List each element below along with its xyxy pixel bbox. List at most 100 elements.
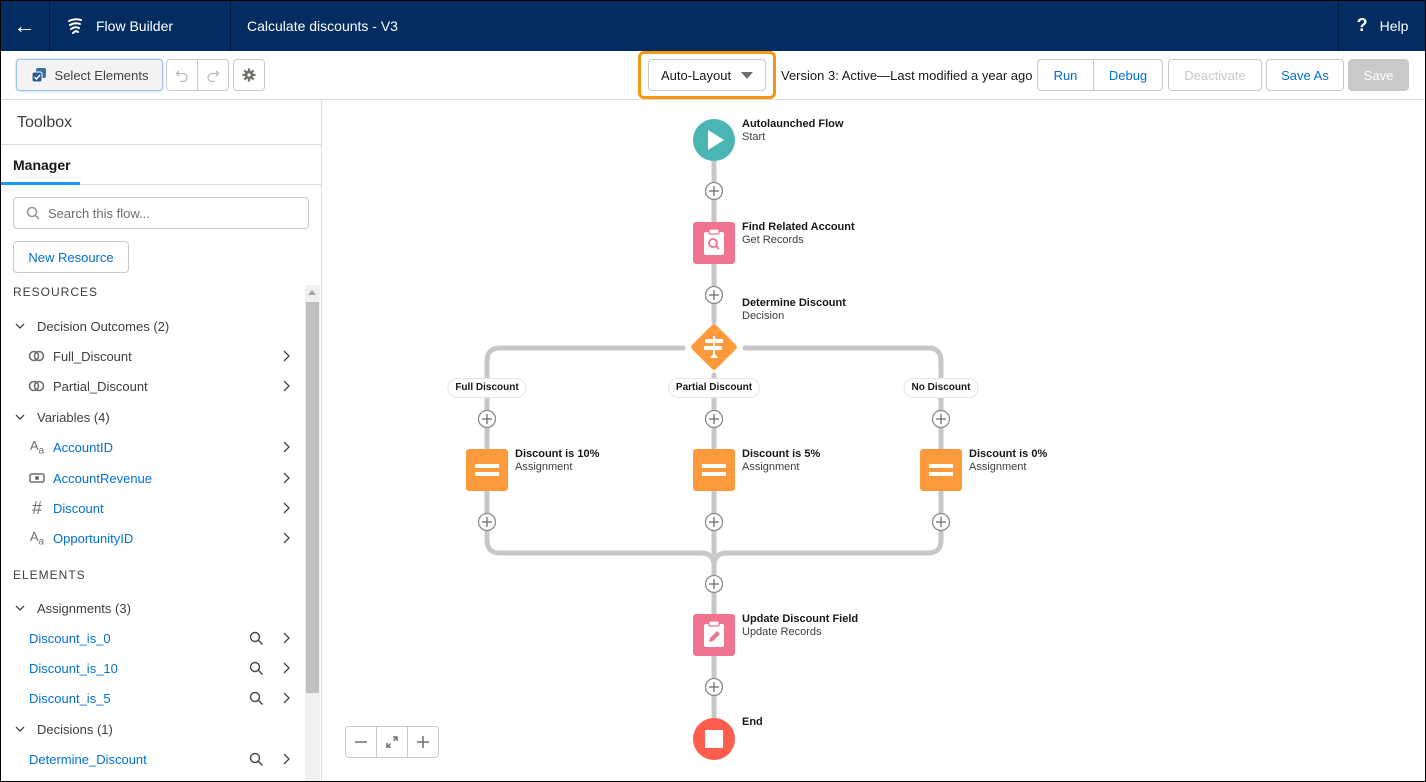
assignment-label: Discount is 5% Assignment bbox=[742, 448, 820, 474]
help-button[interactable]: ? Help bbox=[1338, 0, 1426, 51]
chevron-right-icon[interactable] bbox=[281, 440, 291, 454]
back-button[interactable]: ← bbox=[0, 0, 50, 51]
add-element-plus-icon[interactable] bbox=[704, 512, 724, 532]
chevron-right-icon[interactable] bbox=[281, 471, 291, 485]
tab-manager[interactable]: Manager bbox=[0, 145, 80, 185]
text-type-icon: Aa bbox=[29, 528, 45, 548]
resource-item[interactable]: Full_Discount bbox=[0, 341, 305, 371]
outcome-label-full-discount[interactable]: Full Discount bbox=[447, 378, 527, 398]
outcome-icon bbox=[28, 380, 45, 392]
add-element-plus-icon[interactable] bbox=[477, 409, 497, 429]
scroll-up-arrow-icon[interactable] bbox=[308, 290, 316, 295]
stop-icon bbox=[705, 730, 723, 748]
search-icon[interactable] bbox=[249, 752, 264, 767]
tree-group-assignments[interactable]: Assignments (3) bbox=[0, 593, 305, 623]
minus-icon bbox=[355, 741, 367, 743]
element-label[interactable]: Discount_is_5 bbox=[29, 691, 111, 706]
resource-label[interactable]: AccountID bbox=[53, 440, 113, 455]
update-records-node[interactable] bbox=[693, 614, 735, 656]
zoom-in-button[interactable] bbox=[408, 727, 438, 757]
element-item[interactable]: Discount_is_0 bbox=[0, 623, 305, 653]
element-item[interactable]: Determine_Discount bbox=[0, 744, 305, 774]
chevron-right-icon[interactable] bbox=[281, 691, 291, 705]
resource-item[interactable]: Aa AccountID bbox=[0, 432, 305, 462]
assignment-node[interactable] bbox=[693, 449, 735, 491]
add-element-plus-icon[interactable] bbox=[704, 181, 724, 201]
outcome-icon bbox=[28, 350, 45, 362]
back-arrow-icon: ← bbox=[13, 12, 36, 38]
decision-node[interactable] bbox=[685, 318, 743, 376]
scrollbar-thumb[interactable] bbox=[306, 302, 319, 693]
resource-label[interactable]: AccountRevenue bbox=[53, 471, 152, 486]
chevron-right-icon[interactable] bbox=[281, 501, 291, 515]
chevron-right-icon[interactable] bbox=[281, 631, 291, 645]
resource-item[interactable]: Partial_Discount bbox=[0, 371, 305, 401]
layout-mode-select[interactable]: Auto-Layout bbox=[648, 59, 766, 91]
equals-icon bbox=[702, 472, 726, 476]
chevron-right-icon[interactable] bbox=[281, 752, 291, 766]
undo-button[interactable] bbox=[166, 59, 198, 91]
outcome-label-no-discount[interactable]: No Discount bbox=[903, 378, 979, 398]
chevron-right-icon[interactable] bbox=[281, 379, 291, 393]
flow-properties-button[interactable] bbox=[233, 59, 265, 91]
element-label[interactable]: Determine_Discount bbox=[29, 752, 147, 767]
element-label[interactable]: Discount_is_0 bbox=[29, 631, 111, 646]
search-icon[interactable] bbox=[249, 691, 264, 706]
resource-label[interactable]: Discount bbox=[53, 501, 104, 516]
resource-item[interactable]: Aa OpportunityID bbox=[0, 523, 305, 553]
run-button[interactable]: Run bbox=[1037, 59, 1094, 91]
flow-title-text: Calculate discounts - V3 bbox=[247, 17, 398, 34]
add-element-plus-icon[interactable] bbox=[704, 677, 724, 697]
flow-canvas[interactable]: Autolaunched Flow Start Find Related Acc… bbox=[323, 100, 1426, 782]
add-element-plus-icon[interactable] bbox=[931, 409, 951, 429]
redo-button[interactable] bbox=[197, 59, 229, 91]
search-icon[interactable] bbox=[249, 661, 264, 676]
end-node[interactable] bbox=[693, 718, 735, 760]
tree-group-decisions[interactable]: Decisions (1) bbox=[0, 714, 305, 744]
add-element-plus-icon[interactable] bbox=[931, 512, 951, 532]
start-node[interactable] bbox=[693, 119, 735, 161]
search-input[interactable] bbox=[48, 205, 288, 221]
assignment-node[interactable] bbox=[920, 449, 962, 491]
node-title: Discount is 0% bbox=[969, 448, 1048, 460]
resource-label[interactable]: OpportunityID bbox=[53, 531, 133, 546]
search-box[interactable] bbox=[13, 197, 309, 229]
element-item[interactable]: Discount_is_5 bbox=[0, 683, 305, 713]
new-resource-button[interactable]: New Resource bbox=[13, 241, 129, 273]
element-item[interactable]: Discount_is_10 bbox=[0, 653, 305, 683]
assignment-node[interactable] bbox=[466, 449, 508, 491]
resource-item[interactable]: AccountRevenue bbox=[0, 463, 305, 493]
node-subtitle: Start bbox=[742, 131, 766, 143]
save-as-button[interactable]: Save As bbox=[1266, 59, 1344, 91]
chevron-right-icon[interactable] bbox=[281, 661, 291, 675]
tree-group-variables[interactable]: Variables (4) bbox=[0, 402, 305, 432]
save-button[interactable]: Save bbox=[1348, 59, 1409, 91]
toolbox-title: Toolbox bbox=[0, 100, 321, 145]
zoom-out-button[interactable] bbox=[346, 727, 377, 757]
chevron-right-icon[interactable] bbox=[281, 531, 291, 545]
chevron-down-icon bbox=[15, 726, 25, 732]
fit-to-view-button[interactable] bbox=[377, 727, 408, 757]
zoom-controls bbox=[345, 726, 439, 758]
group-label: Decisions (1) bbox=[37, 721, 113, 737]
equals-icon bbox=[929, 472, 953, 476]
deactivate-button[interactable]: Deactivate bbox=[1168, 59, 1262, 91]
resources-heading: RESOURCES bbox=[13, 285, 99, 299]
tree-group-decision-outcomes[interactable]: Decision Outcomes (2) bbox=[0, 311, 305, 341]
resource-label: Partial_Discount bbox=[53, 378, 148, 394]
add-element-plus-icon[interactable] bbox=[704, 409, 724, 429]
outcome-label-partial-discount[interactable]: Partial Discount bbox=[667, 378, 761, 398]
get-records-node[interactable] bbox=[693, 222, 735, 264]
add-element-plus-icon[interactable] bbox=[704, 574, 724, 594]
search-icon[interactable] bbox=[249, 631, 264, 646]
app-brand: Flow Builder bbox=[50, 0, 231, 51]
element-label[interactable]: Discount_is_10 bbox=[29, 661, 118, 676]
add-element-plus-icon[interactable] bbox=[477, 512, 497, 532]
debug-button[interactable]: Debug bbox=[1093, 59, 1163, 91]
sidebar-scrollbar[interactable] bbox=[305, 285, 320, 782]
node-title: Discount is 10% bbox=[515, 448, 600, 460]
add-element-plus-icon[interactable] bbox=[704, 285, 724, 305]
select-elements-button[interactable]: Select Elements bbox=[16, 59, 163, 91]
chevron-right-icon[interactable] bbox=[281, 349, 291, 363]
resource-item[interactable]: # Discount bbox=[0, 493, 305, 523]
